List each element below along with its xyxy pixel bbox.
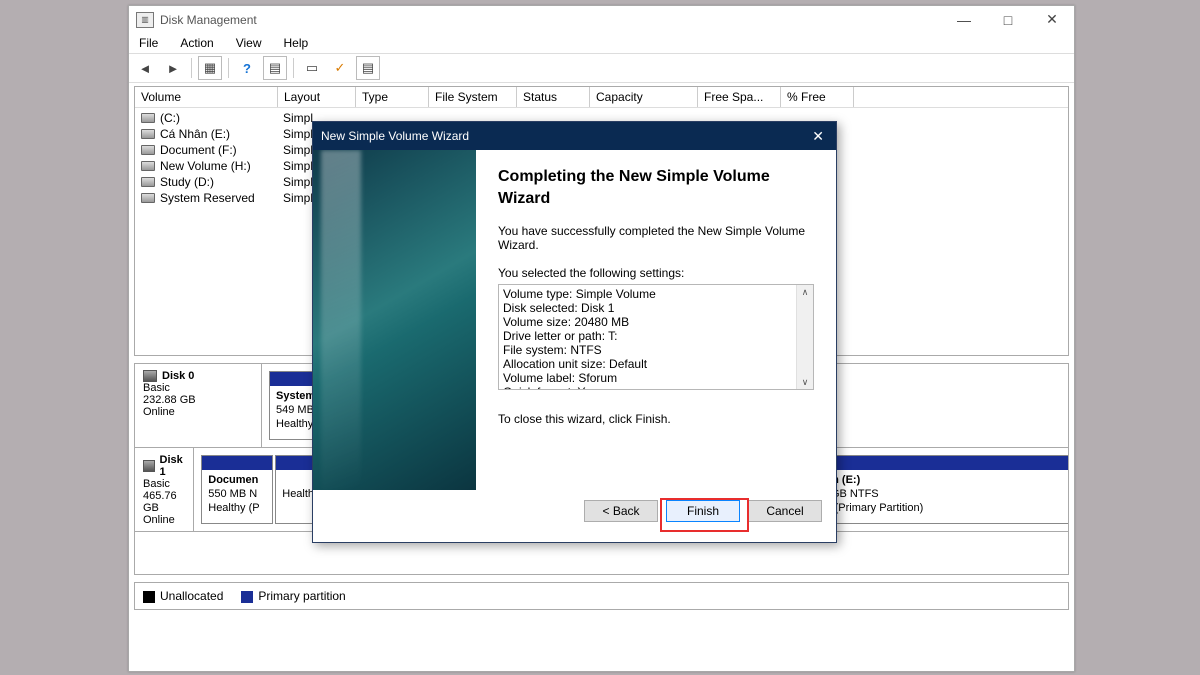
wizard-setting-line: Volume type: Simple Volume bbox=[503, 287, 809, 301]
close-button[interactable]: ✕ bbox=[1030, 6, 1074, 33]
col-capacity[interactable]: Capacity bbox=[590, 87, 698, 107]
wizard-content: Completing the New Simple Volume Wizard … bbox=[476, 150, 836, 490]
col-layout[interactable]: Layout bbox=[278, 87, 356, 107]
legend-unallocated: Unallocated bbox=[143, 589, 223, 603]
app-title: Disk Management bbox=[160, 13, 257, 27]
volume-icon bbox=[141, 113, 155, 123]
dialog-title: New Simple Volume Wizard bbox=[321, 129, 469, 143]
wizard-setting-line: Volume label: Sforum bbox=[503, 371, 809, 385]
disk-header[interactable]: Disk 1Basic465.76 GBOnline bbox=[135, 448, 194, 531]
legend: Unallocated Primary partition bbox=[134, 582, 1069, 610]
dialog-close-icon[interactable]: ✕ bbox=[808, 128, 828, 145]
wizard-setting-line: File system: NTFS bbox=[503, 343, 809, 357]
partition-primary[interactable]: Documen550 MB NHealthy (P bbox=[201, 455, 273, 524]
scrollbar[interactable]: ∧∨ bbox=[796, 285, 813, 389]
help-icon[interactable]: ? bbox=[235, 56, 259, 80]
volume-icon bbox=[141, 145, 155, 155]
wizard-message-selected: You selected the following settings: bbox=[498, 266, 814, 280]
wizard-setting-line: Allocation unit size: Default bbox=[503, 357, 809, 371]
new-simple-volume-wizard-dialog: New Simple Volume Wizard ✕ Completing th… bbox=[312, 121, 837, 543]
col-type[interactable]: Type bbox=[356, 87, 429, 107]
app-icon: ▥ bbox=[136, 12, 154, 28]
wizard-heading: Completing the New Simple Volume Wizard bbox=[498, 166, 814, 210]
wizard-button-row: < Back Finish Cancel bbox=[313, 490, 836, 542]
titlebar[interactable]: ▥ Disk Management — □ ✕ bbox=[129, 6, 1074, 33]
wizard-message-success: You have successfully completed the New … bbox=[498, 224, 814, 252]
col-filesystem[interactable]: File System bbox=[429, 87, 517, 107]
wizard-setting-line: Drive letter or path: T: bbox=[503, 329, 809, 343]
scroll-up-icon[interactable]: ∧ bbox=[802, 285, 809, 299]
menu-action[interactable]: Action bbox=[176, 34, 217, 52]
wizard-setting-line: Disk selected: Disk 1 bbox=[503, 301, 809, 315]
action-icon[interactable]: ▭ bbox=[300, 56, 324, 80]
scroll-down-icon[interactable]: ∨ bbox=[802, 375, 809, 389]
cancel-button[interactable]: Cancel bbox=[748, 500, 822, 522]
menu-view[interactable]: View bbox=[232, 34, 266, 52]
minimize-button[interactable]: — bbox=[942, 6, 986, 33]
col-freespace[interactable]: Free Spa... bbox=[698, 87, 781, 107]
column-headers[interactable]: Volume Layout Type File System Status Ca… bbox=[135, 87, 1068, 108]
disk-header[interactable]: Disk 0Basic232.88 GBOnline bbox=[135, 364, 262, 447]
wizard-setting-line: Volume size: 20480 MB bbox=[503, 315, 809, 329]
volume-icon bbox=[141, 193, 155, 203]
refresh-list-icon[interactable]: ▦ bbox=[198, 56, 222, 80]
volume-icon bbox=[141, 161, 155, 171]
volume-icon bbox=[141, 177, 155, 187]
col-pctfree[interactable]: % Free bbox=[781, 87, 854, 107]
wizard-settings-list[interactable]: Volume type: Simple VolumeDisk selected:… bbox=[498, 284, 814, 390]
legend-primary: Primary partition bbox=[241, 589, 345, 603]
check-icon[interactable]: ✓ bbox=[328, 56, 352, 80]
col-volume[interactable]: Volume bbox=[135, 87, 278, 107]
menu-file[interactable]: File bbox=[135, 34, 162, 52]
wizard-setting-line: Quick format: Yes bbox=[503, 385, 809, 390]
back-button[interactable]: < Back bbox=[584, 500, 658, 522]
toolbar: ◄ ► ▦ ? ▤ ▭ ✓ ▤ bbox=[129, 53, 1074, 83]
volume-icon bbox=[141, 129, 155, 139]
properties-icon[interactable]: ▤ bbox=[263, 56, 287, 80]
wizard-side-banner bbox=[313, 150, 476, 490]
maximize-button[interactable]: □ bbox=[986, 6, 1030, 33]
nav-forward-icon[interactable]: ► bbox=[161, 56, 185, 80]
finish-button-highlight bbox=[660, 498, 749, 532]
menu-help[interactable]: Help bbox=[280, 34, 313, 52]
disk-icon bbox=[143, 460, 155, 472]
menubar: File Action View Help bbox=[129, 33, 1074, 53]
nav-back-icon[interactable]: ◄ bbox=[133, 56, 157, 80]
col-status[interactable]: Status bbox=[517, 87, 590, 107]
wizard-message-close: To close this wizard, click Finish. bbox=[498, 412, 814, 426]
dialog-titlebar[interactable]: New Simple Volume Wizard ✕ bbox=[313, 122, 836, 150]
options-icon[interactable]: ▤ bbox=[356, 56, 380, 80]
disk-icon bbox=[143, 370, 157, 382]
